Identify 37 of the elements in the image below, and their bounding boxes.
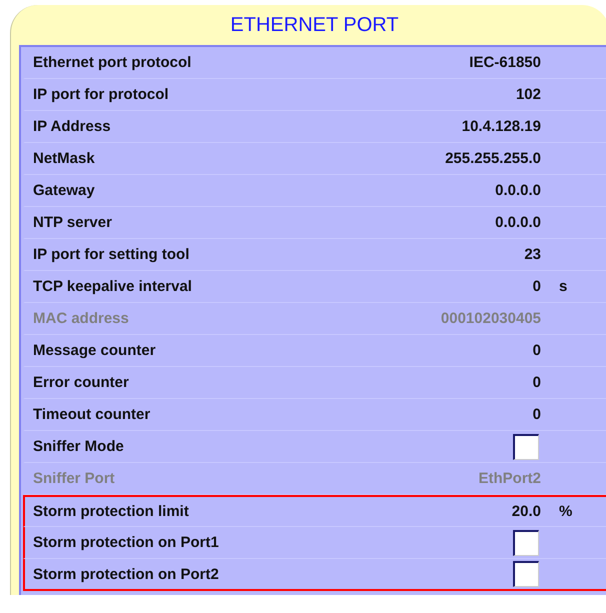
setting-label: Error counter bbox=[33, 374, 130, 391]
setting-label: Storm protection on Port1 bbox=[33, 534, 220, 551]
setting-value: 102 bbox=[514, 86, 541, 103]
setting-value: 255.255.255.0 bbox=[444, 150, 541, 167]
setting-label: Timeout counter bbox=[33, 406, 152, 423]
checkbox[interactable] bbox=[513, 434, 539, 460]
setting-value: 0.0.0.0 bbox=[494, 214, 541, 231]
setting-value: 10.4.128.19 bbox=[460, 118, 541, 135]
unit-label: % bbox=[559, 503, 572, 520]
setting-value: 20.0 bbox=[510, 503, 541, 520]
setting-value: EthPort2 bbox=[477, 470, 541, 487]
setting-label: Sniffer Port bbox=[33, 470, 116, 487]
setting-value: 23 bbox=[523, 246, 541, 263]
setting-value: 0 bbox=[532, 406, 541, 423]
setting-label: Sniffer Mode bbox=[33, 438, 125, 455]
setting-value: IEC-61850 bbox=[468, 54, 541, 71]
setting-value: 0 bbox=[532, 374, 541, 391]
setting-label: IP port for protocol bbox=[33, 86, 170, 103]
checkbox[interactable] bbox=[513, 530, 539, 556]
setting-label: NetMask bbox=[33, 150, 96, 167]
checkbox[interactable] bbox=[513, 561, 539, 587]
setting-value: 0 bbox=[532, 278, 541, 295]
setting-label: Message counter bbox=[33, 342, 157, 359]
unit-label: s bbox=[559, 278, 568, 295]
setting-label: NTP server bbox=[33, 214, 113, 231]
setting-value: 000102030405 bbox=[440, 310, 541, 327]
setting-label: Gateway bbox=[33, 182, 96, 199]
setting-label: MAC address bbox=[33, 310, 130, 327]
setting-label: IP Address bbox=[33, 118, 112, 135]
setting-label: Ethernet port protocol bbox=[33, 54, 192, 71]
setting-value: 0 bbox=[532, 342, 541, 359]
setting-label: IP port for setting tool bbox=[33, 246, 190, 263]
panel-title: ETHERNET PORT bbox=[230, 14, 399, 36]
setting-value: 0.0.0.0 bbox=[494, 182, 541, 199]
setting-label: TCP keepalive interval bbox=[33, 278, 193, 295]
setting-label: Storm protection on Port2 bbox=[33, 566, 220, 582]
setting-label: Storm protection limit bbox=[33, 503, 190, 520]
